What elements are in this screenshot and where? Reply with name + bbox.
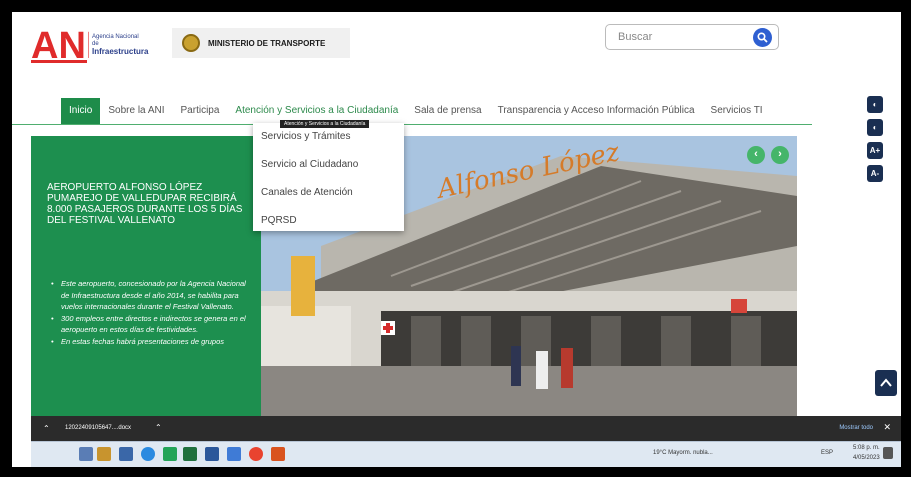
show-all-link[interactable]: Mostrar todo [839, 425, 873, 431]
chevron-up-icon [880, 378, 892, 387]
ani-logo[interactable]: ANI [31, 24, 89, 64]
clock-date[interactable]: 4/05/2023 [853, 455, 880, 461]
hero-bullets: Este aeropuerto, concesionado por la Age… [51, 278, 251, 347]
ani-name-line1: Agencia Nacional de [92, 34, 139, 47]
excel-icon[interactable] [163, 447, 177, 461]
hero-slider: AEROPUERTO ALFONSO LÓPEZ PUMAREJO DE VAL… [31, 136, 797, 416]
word-icon[interactable] [205, 447, 219, 461]
contrast-button[interactable]: ◐ [867, 96, 883, 113]
download-bar: ⌃ 12022409105647....docx ⌃ Mostrar todo … [31, 416, 901, 441]
clock-time[interactable]: 5:08 p. m. [853, 445, 880, 451]
dropdown-item-pqrsd[interactable]: PQRSD [253, 207, 404, 235]
decrease-text-button[interactable]: A- [867, 165, 883, 182]
site-header: ANI Agencia Nacional de Infraestructura … [12, 12, 901, 82]
dropdown-item-servicio-ciudadano[interactable]: Servicio al Ciudadano [253, 151, 404, 179]
atencion-dropdown-menu: Servicios y Trámites Servicio al Ciudada… [253, 123, 404, 231]
colombia-seal-icon [182, 34, 200, 52]
nav-tooltip: Atención y Servicios a la Ciudadanía [280, 120, 370, 128]
search-box[interactable]: Buscar [605, 24, 779, 50]
language-indicator[interactable]: ESP [821, 450, 833, 456]
weather-widget[interactable]: 19°C Mayorm. nubla... [653, 450, 713, 456]
windows-taskbar: 19°C Mayorm. nubla... ESP 5:08 p. m. 4/0… [31, 441, 901, 467]
close-icon[interactable]: ✕ [883, 422, 891, 433]
app-icon[interactable] [271, 447, 285, 461]
main-nav: Inicio Sobre la ANI Participa Atención y… [61, 98, 771, 124]
chevron-up-icon[interactable]: ⌃ [43, 424, 50, 433]
nav-item-servicios-ti[interactable]: Servicios TI [703, 98, 771, 124]
hero-bullet: Este aeropuerto, concesionado por la Age… [51, 278, 251, 313]
notification-icon[interactable] [883, 447, 893, 459]
ministry-logo[interactable]: MINISTERIO DE TRANSPORTE [172, 28, 350, 58]
chrome-icon[interactable] [249, 447, 263, 461]
search-button[interactable] [753, 28, 772, 47]
ani-logo-text: ANI [31, 25, 89, 64]
chevron-up-icon[interactable]: ⌃ [155, 423, 162, 432]
increase-text-button[interactable]: A+ [867, 142, 883, 159]
nav-item-sobre-la-ani[interactable]: Sobre la ANI [100, 98, 172, 124]
file-explorer-icon[interactable] [79, 447, 93, 461]
hero-bullet: 300 empleos entre directos e indirectos … [51, 313, 251, 336]
screenshot-frame: ANI Agencia Nacional de Infraestructura … [0, 0, 911, 477]
project-icon[interactable] [183, 447, 197, 461]
scroll-to-top-button[interactable] [875, 370, 897, 396]
dropdown-item-canales-atencion[interactable]: Canales de Atención [253, 179, 404, 207]
download-file[interactable]: 12022409105647....docx [65, 425, 131, 431]
nav-item-transparencia[interactable]: Transparencia y Acceso Información Públi… [490, 98, 703, 124]
nav-item-sala-de-prensa[interactable]: Sala de prensa [406, 98, 489, 124]
mail-icon[interactable] [119, 447, 133, 461]
folder-icon[interactable] [97, 447, 111, 461]
slider-next-button[interactable]: › [771, 146, 789, 164]
nav-divider [12, 124, 812, 125]
hero-title[interactable]: AEROPUERTO ALFONSO LÓPEZ PUMAREJO DE VAL… [47, 182, 247, 226]
slider-prev-button[interactable]: ‹ [747, 146, 765, 164]
contrast-toggle-button[interactable]: ◐ [867, 119, 883, 136]
browser-viewport: ANI Agencia Nacional de Infraestructura … [12, 12, 901, 467]
search-input[interactable]: Buscar [618, 31, 652, 43]
ani-name-line2: Infraestructura [92, 47, 149, 56]
hero-text-panel: AEROPUERTO ALFONSO LÓPEZ PUMAREJO DE VAL… [31, 136, 261, 416]
ministry-name: MINISTERIO DE TRANSPORTE [208, 39, 326, 48]
hero-bullet: En estas fechas habrá presentaciones de … [51, 336, 251, 348]
nav-item-participa[interactable]: Participa [173, 98, 228, 124]
edge-icon[interactable] [141, 447, 155, 461]
store-icon[interactable] [227, 447, 241, 461]
nav-item-inicio[interactable]: Inicio [61, 98, 101, 124]
ani-name: Agencia Nacional de Infraestructura [92, 34, 149, 56]
search-icon [757, 32, 768, 43]
